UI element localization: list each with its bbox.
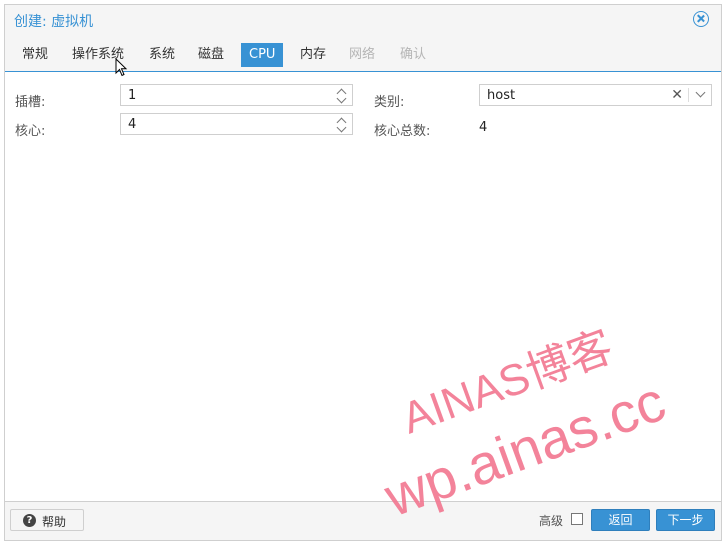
chevron-down-icon[interactable]: [695, 87, 706, 98]
field-divider: [688, 88, 689, 102]
advanced-label: 高级: [539, 514, 564, 528]
type-value: host: [487, 88, 516, 103]
wizard-tabs: 常规 操作系统 系统 磁盘 CPU 内存 网络 确认: [5, 41, 721, 72]
next-button[interactable]: 下一步: [656, 509, 715, 531]
tab-memory[interactable]: 内存: [292, 43, 334, 67]
type-label: 类别:: [374, 95, 405, 110]
tab-confirm: 确认: [400, 47, 427, 62]
tab-disks[interactable]: 磁盘: [190, 43, 232, 67]
help-button[interactable]: ? 帮助: [10, 509, 84, 531]
question-icon: ?: [23, 514, 36, 527]
advanced-checkbox[interactable]: [571, 513, 583, 525]
cpu-panel: 插槽: 1 核心: 4 类别: host ✕ 核心总数: 4: [5, 72, 721, 503]
create-vm-dialog: 创建: 虚拟机 常规 操作系统 系统 磁盘 CPU 内存 网络 确认 插槽: 1…: [4, 4, 722, 541]
cores-value: 4: [128, 117, 137, 132]
clear-icon[interactable]: ✕: [671, 87, 683, 103]
dialog-footer: ? 帮助 高级 返回 下一步: [5, 501, 721, 540]
type-select[interactable]: host ✕: [479, 84, 712, 106]
total-cores-value: 4: [479, 120, 488, 135]
back-button[interactable]: 返回: [591, 509, 650, 531]
dialog-title: 创建: 虚拟机: [14, 14, 94, 30]
cores-input[interactable]: 4: [120, 113, 353, 135]
sockets-input[interactable]: 1: [120, 84, 353, 106]
dialog-titlebar: 创建: 虚拟机: [5, 5, 721, 35]
total-cores-label: 核心总数:: [374, 124, 431, 139]
tab-network: 网络: [349, 47, 376, 62]
cores-label: 核心:: [15, 124, 46, 139]
tab-general[interactable]: 常规: [14, 43, 56, 67]
close-icon[interactable]: [693, 11, 709, 27]
sockets-value: 1: [128, 88, 137, 103]
tab-cpu[interactable]: CPU: [241, 43, 284, 67]
sockets-label: 插槽:: [15, 95, 46, 110]
help-label: 帮助: [42, 515, 67, 529]
tab-system[interactable]: 系统: [141, 43, 183, 67]
spinner-icon[interactable]: [336, 87, 347, 104]
spinner-icon[interactable]: [336, 116, 347, 133]
